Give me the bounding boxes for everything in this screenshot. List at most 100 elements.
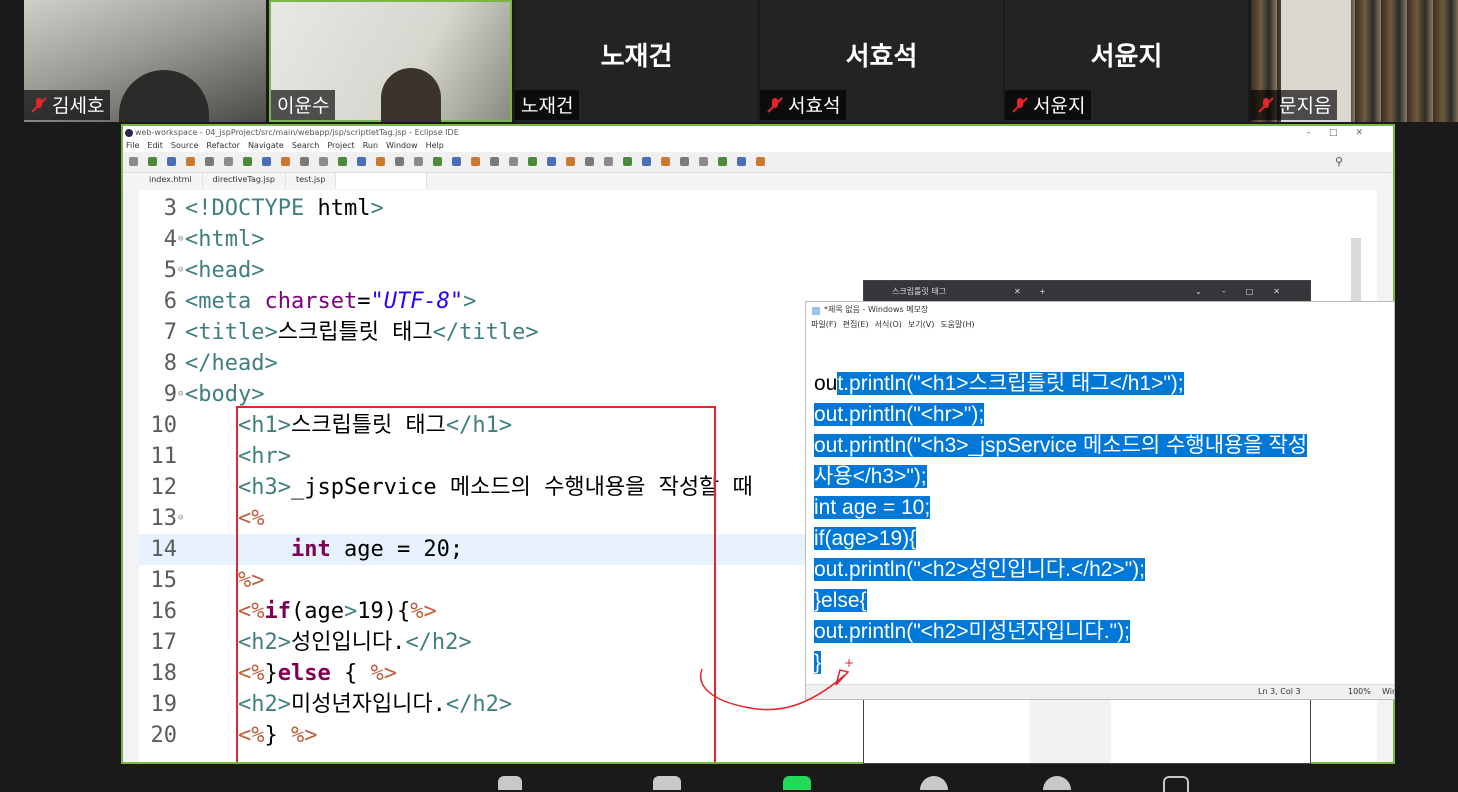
toolbar-icon[interactable] — [433, 157, 442, 166]
toolbar-icon[interactable] — [490, 157, 499, 166]
toolbar-icon[interactable] — [376, 157, 385, 166]
line-number: 7 — [163, 320, 177, 345]
eclipse-title-bar: web-workspace - 04_jspProject/src/main/w… — [123, 126, 1393, 140]
menu-item-source[interactable]: Source — [171, 140, 198, 152]
code-line[interactable]: 4 ⊖ <html> — [139, 224, 1329, 255]
toolbar-icon[interactable] — [224, 157, 233, 166]
participant-tile-2[interactable]: 이윤수 — [269, 0, 512, 122]
participant-name: 문지음 — [1279, 95, 1332, 117]
line-number: 19 — [150, 692, 178, 717]
menu-item-file[interactable]: File — [126, 140, 139, 152]
toolbar-icon[interactable] — [452, 157, 461, 166]
menu-item-refactor[interactable]: Refactor — [206, 140, 240, 152]
toolbar-icon[interactable] — [414, 157, 423, 166]
line-number: 11 — [150, 444, 178, 469]
code-text: <meta charset="UTF-8"> — [185, 289, 477, 314]
menu-item-window[interactable]: Window — [386, 140, 418, 152]
toolbar-icon[interactable] — [642, 157, 651, 166]
notepad-text-line[interactable]: out.println("<h2>미성년자입니다."); — [814, 617, 1130, 646]
toolbar-icon[interactable] — [680, 157, 689, 166]
editor-tab[interactable]: directiveTag.jsp — [203, 173, 286, 189]
participant-display-name: 서효석 — [845, 42, 918, 72]
toolbar-icon[interactable] — [699, 157, 708, 166]
notepad-menu-item[interactable]: 보기(V) — [908, 318, 934, 332]
participants-icon[interactable] — [498, 776, 522, 790]
share-screen-icon[interactable] — [783, 776, 811, 790]
toolbar-icon[interactable] — [547, 157, 556, 166]
toolbar-icon[interactable] — [604, 157, 613, 166]
toolbar-icon[interactable] — [623, 157, 632, 166]
participant-tile-5[interactable]: 서윤지 서윤지 — [1005, 0, 1248, 122]
toolbar-icon[interactable] — [509, 157, 518, 166]
fold-toggle-icon[interactable]: ⊖ — [178, 224, 183, 255]
apps-icon[interactable] — [1163, 776, 1189, 792]
participant-tile-6[interactable]: 문지음 — [1251, 0, 1458, 122]
toolbar-icon[interactable] — [566, 157, 575, 166]
new-tab-icon[interactable]: + — [1039, 281, 1046, 302]
annotation-box — [236, 406, 716, 762]
notepad-menu-item[interactable]: 도움말(H) — [940, 318, 974, 332]
window-controls[interactable]: ⌄–□✕ — [1195, 281, 1300, 302]
notepad-text-line[interactable]: out.println("<h2>성인입니다.</h2>"); — [814, 555, 1145, 584]
notepad-text-line[interactable]: out.println("<hr>"); — [814, 400, 985, 429]
editor-tab[interactable]: index.html — [139, 173, 203, 189]
participant-name: 김세호 — [52, 95, 105, 117]
menu-item-edit[interactable]: Edit — [147, 140, 163, 152]
mic-muted-icon — [30, 96, 48, 114]
code-line[interactable]: 3 <!DOCTYPE html> — [139, 193, 1329, 224]
fold-toggle-icon[interactable]: ⊖ — [178, 255, 183, 286]
fold-toggle-icon[interactable]: ⊖ — [178, 379, 183, 410]
toolbar-icon[interactable] — [737, 157, 746, 166]
toolbar-icon[interactable] — [129, 157, 138, 166]
toolbar-icon[interactable] — [281, 157, 290, 166]
toolbar-icon[interactable] — [471, 157, 480, 166]
toolbar-icon[interactable] — [528, 157, 537, 166]
line-number: 3 — [163, 196, 177, 221]
toolbar-icon[interactable] — [243, 157, 252, 166]
search-icon[interactable]: ⚲ — [1335, 155, 1343, 168]
notepad-text-line[interactable]: if(age>19){ — [814, 524, 917, 553]
menu-item-project[interactable]: Project — [327, 140, 354, 152]
close-tab-icon[interactable]: ✕ — [1014, 281, 1021, 302]
notepad-menu-item[interactable]: 파일(F) — [811, 318, 837, 332]
toolbar-icon[interactable] — [338, 157, 347, 166]
toolbar-icon[interactable] — [357, 157, 366, 166]
participant-tile-3[interactable]: 노재건 노재건 — [515, 0, 758, 122]
line-number: 12 — [150, 475, 178, 500]
participant-name-tag: 서윤지 — [1005, 90, 1092, 120]
fold-toggle-icon[interactable]: ⊖ — [178, 503, 183, 534]
toolbar-icon[interactable] — [205, 157, 214, 166]
toolbar-icon[interactable] — [756, 157, 765, 166]
toolbar-icon[interactable] — [319, 157, 328, 166]
toolbar-icon[interactable] — [167, 157, 176, 166]
toolbar-icon[interactable] — [395, 157, 404, 166]
notepad-menu-item[interactable]: 서식(O) — [875, 318, 902, 332]
chat-icon[interactable] — [653, 776, 681, 790]
toolbar-icon[interactable] — [300, 157, 309, 166]
notepad-text-line[interactable]: int age = 10; — [814, 493, 931, 522]
participant-name: 이윤수 — [277, 95, 330, 117]
menu-item-help[interactable]: Help — [426, 140, 444, 152]
editor-tab[interactable]: scriptletTag.jsp ✕ — [336, 173, 427, 189]
window-controls[interactable]: –□✕ — [1306, 126, 1381, 140]
notepad-text-line[interactable]: out.println("<h1>스크립틀릿 태그</h1>"); — [814, 369, 1184, 398]
participant-tile-1[interactable]: 김세호 — [24, 0, 266, 122]
toolbar-icon[interactable] — [661, 157, 670, 166]
toolbar-icon[interactable] — [186, 157, 195, 166]
menu-item-search[interactable]: Search — [292, 140, 319, 152]
toolbar-icon[interactable] — [585, 157, 594, 166]
toolbar-icon[interactable] — [148, 157, 157, 166]
editor-tab[interactable]: test.jsp — [286, 173, 337, 189]
participant-name-tag: 김세호 — [24, 90, 111, 120]
notepad-text-line[interactable]: out.println("<h3>_jspService 메소드의 수행내용을 … — [814, 431, 1308, 460]
toolbar-icon[interactable] — [262, 157, 271, 166]
browser-tab-title[interactable]: 스크립틀릿 태그 — [892, 287, 946, 296]
notepad-text-line[interactable]: 사용</h3>"); — [814, 462, 927, 491]
toolbar-icon[interactable] — [718, 157, 727, 166]
line-number: 16 — [150, 599, 178, 624]
notepad-text-line[interactable]: }else{ — [814, 586, 867, 615]
menu-item-run[interactable]: Run — [363, 140, 378, 152]
menu-item-navigate[interactable]: Navigate — [248, 140, 284, 152]
participant-tile-4[interactable]: 서효석 서효석 — [760, 0, 1003, 122]
notepad-menu-item[interactable]: 편집(E) — [843, 318, 869, 332]
